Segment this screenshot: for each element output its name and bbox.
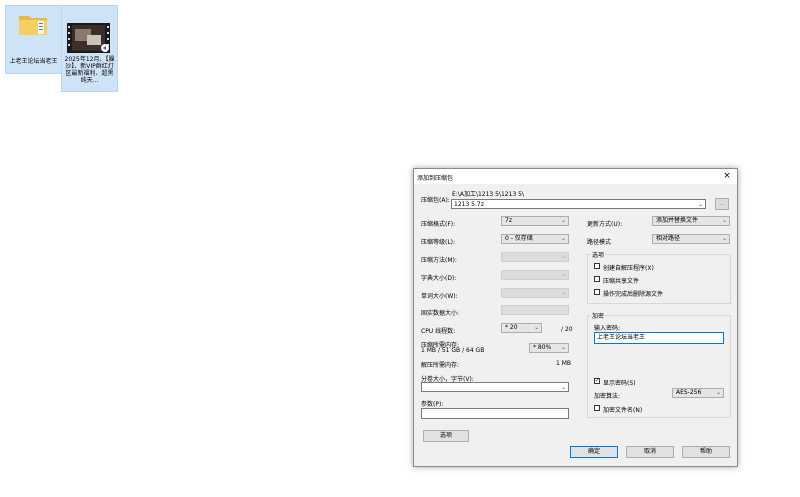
word-select[interactable]: ⌄ — [501, 288, 569, 298]
add-to-archive-dialog: 添加到压缩包 × 压缩包(A): E:\A加工\1213 5\1213 5\ 1… — [413, 168, 738, 467]
show-password-checkbox[interactable]: ✓ — [594, 378, 600, 384]
archive-label: 压缩包(A): — [421, 197, 450, 204]
archive-name-value: 1213 5.7z — [454, 201, 484, 208]
update-mode-value: 添加并替换文件 — [656, 217, 699, 224]
level-label: 压缩等级(L): — [421, 239, 456, 246]
ok-button[interactable]: 确定 — [570, 446, 618, 458]
password-label: 输入密码: — [594, 325, 621, 332]
shared-files-checkbox[interactable] — [594, 276, 600, 282]
format-select[interactable]: 7z ⌄ — [501, 216, 569, 226]
shared-files-label: 压缩共享文件 — [603, 278, 640, 285]
chevron-down-icon: ⌄ — [721, 217, 727, 224]
chevron-down-icon: ⌄ — [715, 389, 721, 396]
method-label: 压缩方法(M): — [421, 257, 457, 264]
folder-icon — [19, 16, 47, 35]
path-mode-select[interactable]: 相对路径 ⌄ — [652, 234, 730, 244]
chevron-down-icon: ⌄ — [721, 235, 727, 242]
sfx-label: 创建自解压程序(X) — [603, 265, 654, 272]
update-mode-label: 更新方式(U): — [587, 221, 623, 228]
chevron-down-icon: ⌄ — [560, 217, 566, 224]
archive-path: E:\A加工\1213 5\1213 5\ — [452, 191, 524, 198]
archive-name-combobox[interactable]: 1213 5.7z ⌄ — [451, 199, 706, 209]
delete-after-label: 操作完成后删除源文件 — [603, 291, 664, 298]
options-button[interactable]: 选项 — [423, 430, 469, 442]
sfx-checkbox[interactable] — [594, 263, 600, 269]
desktop-video-file[interactable]: 2025年12月、【臊沙】、新VIP群红灯区最新福利、超黑纯天... — [61, 5, 118, 92]
encryption-method-value: AES-256 — [676, 389, 702, 396]
show-password-label: 显示密码(S) — [603, 380, 636, 387]
format-value: 7z — [505, 217, 512, 224]
chevron-down-icon: ⌄ — [560, 271, 566, 278]
word-label: 单词大小(W): — [421, 293, 458, 300]
desktop-folder-icon[interactable]: 上老王论坛当老王 — [5, 5, 62, 74]
encryption-method-label: 加密算法: — [594, 393, 621, 400]
level-value: 0 - 仅存储 — [505, 235, 533, 242]
browse-button[interactable]: ... — [715, 198, 729, 210]
cancel-button[interactable]: 取消 — [626, 446, 674, 458]
desktop-icon-label: 2025年12月、【臊沙】、新VIP群红灯区最新福利、超黑纯天... — [64, 56, 115, 84]
chevron-down-icon: ⌄ — [560, 253, 566, 260]
cpu-threads-value: * 20 — [505, 324, 518, 331]
chevron-down-icon[interactable]: ⌄ — [698, 200, 703, 208]
dict-select[interactable]: ⌄ — [501, 270, 569, 280]
chevron-down-icon: ⌄ — [560, 344, 566, 351]
desktop-icon-label: 上老王论坛当老王 — [9, 58, 58, 65]
help-button[interactable]: 帮助 — [682, 446, 730, 458]
encrypt-names-label: 加密文件名(N) — [603, 407, 643, 414]
solid-select[interactable] — [501, 305, 569, 315]
delete-after-checkbox[interactable] — [594, 289, 600, 295]
memory-select[interactable]: * 80% ⌄ — [529, 343, 569, 353]
encryption-method-select[interactable]: AES-256 ⌄ — [672, 388, 724, 398]
chevron-down-icon: ⌄ — [560, 289, 566, 296]
encryption-group-title: 加密 — [591, 311, 606, 320]
encrypt-names-checkbox[interactable] — [594, 405, 600, 411]
cpu-threads-select[interactable]: * 20 ⌄ — [501, 323, 542, 333]
chevron-down-icon[interactable]: ⌄ — [561, 383, 566, 391]
dict-label: 字典大小(D): — [421, 275, 457, 282]
memory-value: * 80% — [533, 344, 552, 351]
cpu-max: / 20 — [561, 326, 573, 333]
method-select[interactable]: ⌄ — [501, 252, 569, 262]
dialog-titlebar[interactable]: 添加到压缩包 × — [414, 169, 737, 184]
video-thumbnail-icon — [67, 23, 110, 53]
dialog-title: 添加到压缩包 — [417, 175, 454, 182]
decompress-memory-value: 1 MB — [556, 360, 572, 367]
path-mode-value: 相对路径 — [656, 235, 681, 242]
options-group-title: 选项 — [591, 250, 606, 259]
split-size-combobox[interactable]: ⌄ — [421, 382, 569, 392]
params-label: 参数(P): — [421, 401, 444, 408]
chevron-down-icon: ⌄ — [560, 235, 566, 242]
params-input[interactable] — [421, 408, 569, 419]
solid-label: 固实数据大小: — [421, 310, 460, 317]
update-mode-select[interactable]: 添加并替换文件 ⌄ — [652, 216, 730, 226]
password-input[interactable]: 上老王论坛当老王 — [594, 332, 724, 344]
cpu-label: CPU 线程数: — [421, 328, 456, 335]
memory-detail: 1 MB / 51 GB / 64 GB — [421, 347, 485, 354]
decompress-memory-label: 解压所需内存: — [421, 362, 460, 369]
format-label: 压缩格式(F): — [421, 221, 456, 228]
chevron-down-icon: ⌄ — [533, 324, 539, 331]
path-mode-label: 路径模式 — [587, 239, 612, 246]
close-icon[interactable]: × — [720, 170, 734, 183]
password-value: 上老王论坛当老王 — [597, 334, 646, 341]
level-select[interactable]: 0 - 仅存储 ⌄ — [501, 234, 569, 244]
